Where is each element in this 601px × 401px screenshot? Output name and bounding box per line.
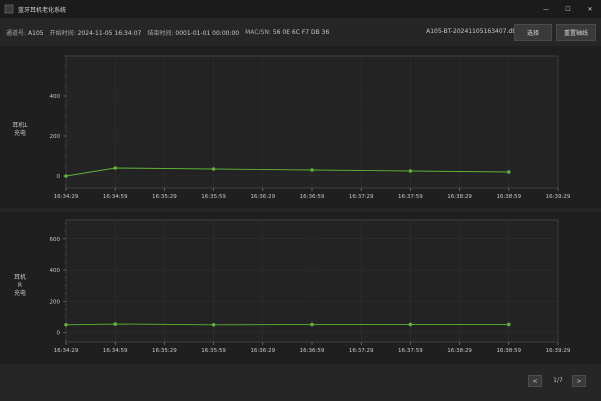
right-data-point[interactable]: [408, 322, 413, 327]
right-data-point[interactable]: [113, 322, 117, 326]
x-tick-label: 16:34:29: [54, 194, 79, 200]
y-tick-label: 400: [50, 94, 61, 100]
x-tick-label: 16:37:29: [349, 348, 374, 354]
left-data-point[interactable]: [113, 166, 117, 170]
minimize-button[interactable]: —: [535, 0, 557, 18]
x-tick-label: 16:36:59: [300, 194, 325, 200]
right-chart-ylabel: 耳机R 充电: [13, 274, 26, 297]
x-tick-label: 16:39:29: [546, 348, 571, 354]
x-tick-label: 16:36:29: [250, 194, 275, 200]
x-tick-label: 16:38:59: [496, 348, 521, 354]
x-tick-label: 16:34:59: [103, 194, 128, 200]
x-tick-label: 16:36:29: [250, 348, 275, 354]
right-data-point[interactable]: [507, 322, 511, 327]
database-file-name: A105-BT-20241105163407.db: [426, 28, 516, 35]
x-tick-label: 16:37:29: [349, 194, 374, 200]
left-data-point[interactable]: [408, 169, 413, 173]
left-chart-ylabel: 耳机L 充电: [12, 122, 28, 137]
x-tick-label: 16:38:29: [447, 348, 472, 354]
mac-sn-info: MAC/SN: 56 0E 6C F7 DB 36: [245, 28, 330, 36]
left-charge-chart[interactable]: 16:34:29 16:34:59 16:35:29 16:35:59 16:36:29…: [0, 46, 601, 208]
x-tick-label: 16:34:29: [54, 348, 79, 354]
end-time-info: 结束时间: 0001-01-01 00:00:00: [147, 29, 240, 37]
x-tick-label: 16:35:59: [201, 194, 226, 200]
app-icon: [4, 4, 14, 14]
select-button[interactable]: 选择: [514, 24, 552, 41]
y-tick-label: 600: [50, 237, 61, 243]
start-time-info: 开始时间: 2024-11-05 16:34:07: [49, 29, 142, 37]
left-data-point[interactable]: [64, 174, 68, 178]
x-tick-label: 16:35:29: [152, 194, 177, 200]
close-button[interactable]: ✕: [579, 0, 601, 18]
chart-panel-left: 耳机L 充电 16:34:29 16:34:59 16:35:29 16:35:59 1…: [0, 46, 601, 208]
x-tick-label: 16:38:59: [496, 194, 521, 200]
title-bar: 蓝牙耳机老化系统 — ☐ ✕: [0, 0, 601, 18]
y-tick-label: 0: [57, 331, 61, 337]
chart-panel-right: 耳机R 充电 16:34:29 16:34:59 16:35:29 16:35:59 1…: [0, 212, 601, 364]
x-tick-label: 16:35:59: [201, 348, 226, 354]
maximize-button[interactable]: ☐: [557, 0, 579, 18]
channel-info: 通道号: A105: [6, 29, 44, 37]
left-data-point[interactable]: [507, 170, 511, 174]
next-page-button[interactable]: >: [572, 375, 586, 387]
y-tick-label: 0: [57, 174, 61, 180]
x-tick-label: 16:35:29: [152, 348, 177, 354]
left-data-point[interactable]: [211, 167, 216, 171]
left-data-point[interactable]: [310, 168, 314, 172]
x-tick-label: 16:34:59: [103, 348, 128, 354]
window-title: 蓝牙耳机老化系统: [18, 6, 67, 14]
x-tick-label: 16:37:59: [398, 194, 423, 200]
right-data-point[interactable]: [64, 322, 68, 327]
y-tick-label: 200: [50, 299, 61, 305]
info-bar: 通道号: A105 开始时间: 2024-11-05 16:34:07 结束时间: 0…: [0, 18, 601, 46]
y-tick-label: 200: [50, 134, 61, 140]
x-tick-label: 16:38:29: [447, 194, 472, 200]
reset-axis-button[interactable]: 重置轴线: [556, 24, 596, 41]
prev-page-button[interactable]: <: [528, 375, 542, 387]
right-data-point[interactable]: [211, 322, 216, 327]
y-tick-label: 400: [50, 268, 61, 274]
page-indicator: 1/7: [553, 377, 563, 384]
right-data-point[interactable]: [310, 322, 314, 327]
x-tick-label: 16:37:59: [398, 348, 423, 354]
x-tick-label: 16:36:59: [300, 348, 325, 354]
window-controls: — ☐ ✕: [535, 0, 601, 18]
x-tick-label: 16:39:29: [546, 194, 571, 200]
right-charge-chart[interactable]: 16:34:29 16:34:59 16:35:29 16:35:59 16:36:29…: [0, 212, 601, 364]
